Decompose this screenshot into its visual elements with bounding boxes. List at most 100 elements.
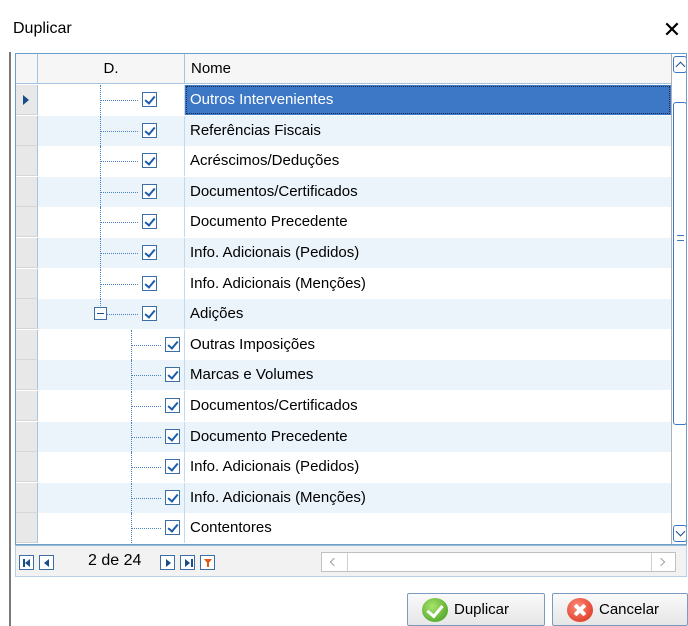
table-row[interactable]: Adições — [16, 299, 671, 329]
checkbox-checked-icon[interactable] — [165, 520, 180, 535]
tree-cell — [38, 85, 185, 115]
checkbox-checked-icon[interactable] — [165, 459, 180, 474]
row-label[interactable]: Acréscimos/Deduções — [185, 146, 671, 176]
scroll-left-icon[interactable] — [326, 555, 340, 569]
row-label[interactable]: Referências Fiscais — [185, 116, 671, 146]
next-record-icon[interactable] — [160, 555, 175, 570]
first-record-icon[interactable] — [19, 555, 34, 570]
duplicate-grid: D. Nome Outros Intervenientes Referências… — [15, 53, 687, 545]
row-label[interactable]: Info. Adicionais (Pedidos) — [185, 452, 671, 482]
row-indicator[interactable] — [16, 238, 38, 268]
scroll-track[interactable] — [347, 553, 652, 571]
title-bar: Duplicar ✕ — [0, 0, 688, 52]
table-row[interactable]: Documento Precedente — [16, 422, 671, 452]
row-label[interactable]: Outras Imposições — [185, 330, 671, 360]
horizontal-scrollbar[interactable] — [321, 552, 676, 572]
row-label[interactable]: Marcas e Volumes — [185, 360, 671, 390]
table-row[interactable]: Marcas e Volumes — [16, 360, 671, 390]
cancel-button[interactable]: Cancelar — [552, 593, 688, 626]
checkbox-checked-icon[interactable] — [165, 429, 180, 444]
tree-cell — [38, 360, 185, 390]
table-row[interactable]: Referências Fiscais — [16, 116, 671, 146]
row-label[interactable]: Documentos/Certificados — [185, 177, 671, 207]
column-header-d[interactable]: D. — [38, 54, 185, 84]
row-label[interactable]: Adições — [185, 299, 671, 329]
minus-expander-icon[interactable] — [94, 307, 107, 320]
table-row[interactable]: Documentos/Certificados — [16, 391, 671, 421]
table-row[interactable]: Outras Imposições — [16, 330, 671, 360]
scroll-right-icon[interactable] — [656, 555, 670, 569]
row-label[interactable]: Info. Adicionais (Menções) — [185, 483, 671, 513]
tree-connector — [131, 498, 161, 499]
scroll-up-icon[interactable] — [673, 56, 686, 73]
duplicate-button[interactable]: Duplicar — [407, 593, 545, 626]
checkbox-checked-icon[interactable] — [142, 214, 157, 229]
table-row[interactable]: Info. Adicionais (Pedidos) — [16, 452, 671, 482]
filter-icon[interactable] — [200, 555, 215, 570]
row-label[interactable]: Info. Adicionais (Menções) — [185, 269, 671, 299]
checkbox-checked-icon[interactable] — [142, 153, 157, 168]
table-row[interactable]: Acréscimos/Deduções — [16, 146, 671, 176]
close-icon[interactable]: ✕ — [660, 18, 684, 42]
row-indicator[interactable] — [16, 146, 38, 176]
row-label[interactable]: Documento Precedente — [185, 422, 671, 452]
table-row[interactable]: Info. Adicionais (Menções) — [16, 269, 671, 299]
tree-connector — [131, 467, 161, 468]
row-indicator[interactable] — [16, 452, 38, 482]
cancel-button-label: Cancelar — [599, 601, 660, 618]
row-label[interactable]: Documento Precedente — [185, 207, 671, 237]
last-record-icon[interactable] — [180, 555, 195, 570]
tree-cell — [38, 483, 185, 513]
checkbox-checked-icon[interactable] — [142, 306, 157, 321]
row-indicator[interactable] — [16, 177, 38, 207]
table-row[interactable]: Outros Intervenientes — [16, 85, 671, 115]
checkbox-checked-icon[interactable] — [142, 184, 157, 199]
row-indicator[interactable] — [16, 116, 38, 146]
row-indicator[interactable] — [16, 85, 38, 115]
tree-cell — [38, 177, 185, 207]
prev-record-icon[interactable] — [39, 555, 54, 570]
checkbox-checked-icon[interactable] — [142, 92, 157, 107]
vertical-scrollbar[interactable] — [671, 54, 686, 544]
row-label[interactable]: Documentos/Certificados — [185, 391, 671, 421]
tree-cell — [38, 452, 185, 482]
tree-cell — [38, 330, 185, 360]
row-indicator[interactable] — [16, 360, 38, 390]
page-indicator: 2 de 24 — [88, 552, 142, 569]
row-indicator[interactable] — [16, 391, 38, 421]
row-indicator[interactable] — [16, 330, 38, 360]
tree-connector — [100, 100, 138, 101]
checkbox-checked-icon[interactable] — [142, 123, 157, 138]
column-header-nome[interactable]: Nome — [185, 54, 671, 84]
tree-cell — [38, 238, 185, 268]
checkbox-checked-icon[interactable] — [142, 245, 157, 260]
scroll-down-icon[interactable] — [673, 525, 686, 542]
checkbox-checked-icon[interactable] — [142, 276, 157, 291]
tree-connector — [100, 192, 138, 193]
row-label[interactable]: Contentores — [185, 513, 671, 543]
table-row[interactable]: Documento Precedente — [16, 207, 671, 237]
tree-connector — [100, 253, 138, 254]
row-indicator[interactable] — [16, 422, 38, 452]
row-indicator[interactable] — [16, 207, 38, 237]
row-indicator[interactable] — [16, 483, 38, 513]
checkbox-checked-icon[interactable] — [165, 398, 180, 413]
row-label[interactable]: Outros Intervenientes — [185, 85, 671, 115]
table-row[interactable]: Info. Adicionais (Pedidos) — [16, 238, 671, 268]
row-label[interactable]: Info. Adicionais (Pedidos) — [185, 238, 671, 268]
checkbox-checked-icon[interactable] — [165, 337, 180, 352]
table-row[interactable]: Info. Adicionais (Menções) — [16, 483, 671, 513]
checkbox-checked-icon[interactable] — [165, 367, 180, 382]
tree-connector — [131, 375, 161, 376]
row-indicator[interactable] — [16, 513, 38, 543]
tree-connector — [100, 131, 138, 132]
cancel-x-icon — [567, 598, 593, 622]
tree-cell — [38, 391, 185, 421]
table-row[interactable]: Contentores — [16, 513, 671, 543]
checkbox-checked-icon[interactable] — [165, 490, 180, 505]
row-indicator[interactable] — [16, 299, 38, 329]
row-indicator[interactable] — [16, 269, 38, 299]
scroll-thumb[interactable] — [673, 102, 686, 425]
table-row[interactable]: Documentos/Certificados — [16, 177, 671, 207]
current-row-arrow-icon — [23, 95, 29, 105]
